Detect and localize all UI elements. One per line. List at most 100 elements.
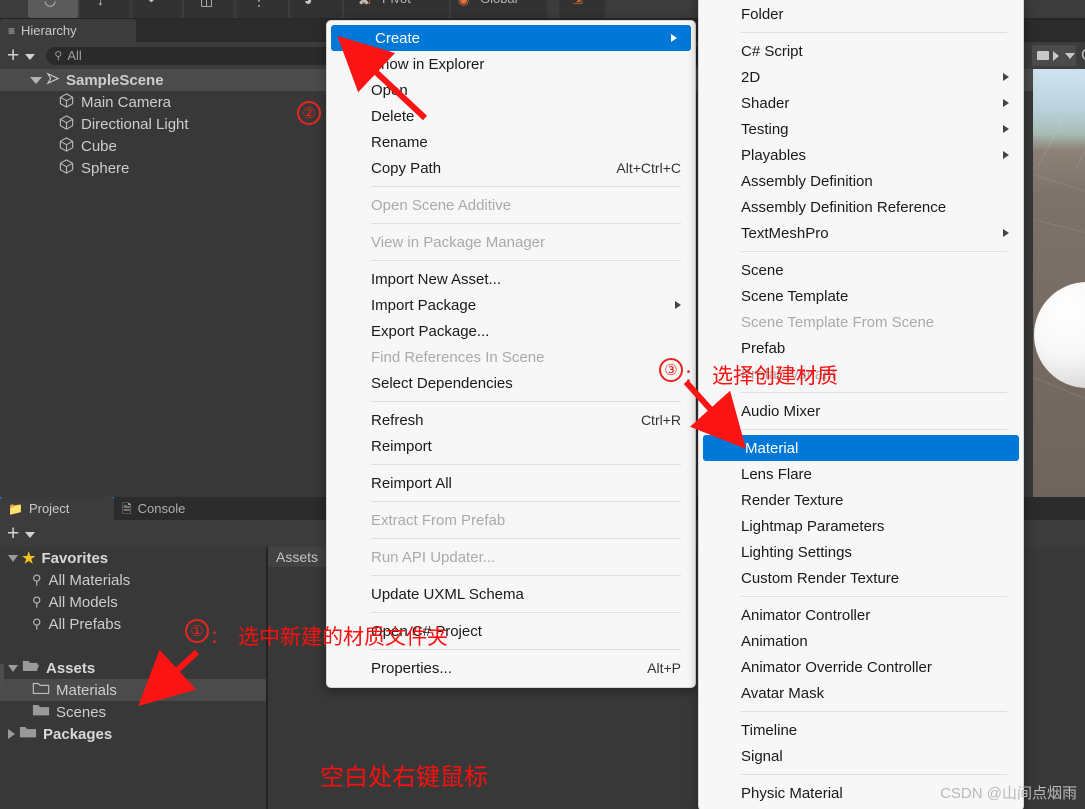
menu-item-label: Audio Mixer (741, 402, 821, 420)
submenu-item-csharp-script[interactable]: C# Script (699, 38, 1023, 64)
hierarchy-row-label: SampleScene (66, 71, 164, 89)
submenu-item-animator-override-controller[interactable]: Animator Override Controller (699, 654, 1023, 680)
project-row-packages[interactable]: Packages (0, 723, 266, 745)
scene-tabbar (1031, 19, 1085, 42)
submenu-item-assembly-definition[interactable]: Assembly Definition (699, 168, 1023, 194)
submenu-item-scene-template[interactable]: Scene Template (699, 283, 1023, 309)
project-add-button[interactable]: + (7, 523, 19, 544)
submenu-item-textmeshpro[interactable]: TextMeshPro (699, 220, 1023, 246)
menu-item-shortcut: Alt+P (647, 660, 681, 676)
submenu-item-animator-controller[interactable]: Animator Controller (699, 602, 1023, 628)
menu-item-open-scene-additive: Open Scene Additive (327, 192, 695, 218)
scrollbar-thumb[interactable] (0, 664, 4, 686)
tab-hierarchy[interactable]: ≡ Hierarchy (0, 19, 136, 42)
asset-context-menu[interactable]: Create Show in Explorer Open Delete Rena… (326, 20, 696, 688)
menu-item-label: Render Texture (741, 491, 844, 509)
menu-item-import-package[interactable]: Import Package (327, 292, 695, 318)
foldout-icon[interactable] (8, 729, 15, 739)
annotation-step3-colon: ： (684, 366, 702, 386)
folder-open-icon (22, 659, 40, 677)
menu-item-refresh[interactable]: Refresh Ctrl+R (327, 407, 695, 433)
create-submenu[interactable]: Folder C# Script 2D Shader Testing Playa… (698, 0, 1024, 809)
menu-item-open[interactable]: Open (327, 77, 695, 103)
foldout-icon[interactable] (30, 76, 42, 84)
project-row-label: Packages (43, 725, 113, 743)
menu-item-delete[interactable]: Delete (327, 103, 695, 129)
hierarchy-add-button[interactable]: + (7, 45, 19, 66)
transform-tool-icon: ◕ (304, 0, 313, 8)
menu-separator (741, 711, 1007, 712)
submenu-item-2d[interactable]: 2D (699, 64, 1023, 90)
hierarchy-row-label: Cube (81, 137, 117, 155)
submenu-item-render-texture[interactable]: Render Texture (699, 487, 1023, 513)
chevron-right-icon (1003, 73, 1009, 81)
menu-separator (371, 612, 681, 613)
menu-item-label: Animation (741, 632, 808, 650)
menu-item-update-uxml-schema[interactable]: Update UXML Schema (327, 581, 695, 607)
submenu-item-avatar-mask[interactable]: Avatar Mask (699, 680, 1023, 706)
project-tree-pane: ★ Favorites ⚲ All Materials ⚲ All Models… (0, 547, 266, 809)
gameobject-icon (58, 136, 75, 157)
rotate-tool-icon: ↶ (148, 0, 160, 8)
chevron-down-icon[interactable] (1065, 52, 1075, 59)
menu-item-properties[interactable]: Properties... Alt+P (327, 655, 695, 681)
submenu-item-animation[interactable]: Animation (699, 628, 1023, 654)
tool-move-button[interactable] (80, 0, 130, 18)
scene-camera-button[interactable] (1032, 45, 1076, 66)
console-icon: 🗎 (122, 501, 132, 516)
menu-item-show-in-explorer[interactable]: Show in Explorer (327, 51, 695, 77)
project-row-all-models[interactable]: ⚲ All Models (0, 591, 266, 613)
submenu-item-lightmap-parameters[interactable]: Lightmap Parameters (699, 513, 1023, 539)
sphere-object[interactable] (1034, 282, 1085, 388)
menu-separator (371, 575, 681, 576)
submenu-item-scene[interactable]: Scene (699, 257, 1023, 283)
menu-item-import-new-asset[interactable]: Import New Asset... (327, 266, 695, 292)
submenu-item-timeline[interactable]: Timeline (699, 717, 1023, 743)
foldout-icon[interactable] (8, 664, 18, 672)
submenu-item-folder[interactable]: Folder (699, 1, 1023, 27)
menu-item-label: Timeline (741, 721, 798, 739)
submenu-item-testing[interactable]: Testing (699, 116, 1023, 142)
menu-item-rename[interactable]: Rename (327, 129, 695, 155)
submenu-item-custom-render-texture[interactable]: Custom Render Texture (699, 565, 1023, 591)
menu-item-create[interactable]: Create (331, 25, 691, 51)
submenu-item-lens-flare[interactable]: Lens Flare (699, 461, 1023, 487)
submenu-item-material[interactable]: Material (703, 435, 1019, 461)
project-row-label: Assets (46, 659, 96, 677)
tool-transform-button[interactable] (290, 0, 342, 18)
submenu-item-prefab[interactable]: Prefab (699, 335, 1023, 361)
project-row-materials[interactable]: Materials (0, 679, 266, 701)
hierarchy-search-value: All (67, 48, 82, 63)
global-icon: ◉ (458, 0, 469, 8)
project-row-label: All Prefabs (48, 615, 122, 633)
project-row-assets[interactable]: Assets (0, 657, 266, 679)
menu-item-label: Playables (741, 146, 807, 164)
project-row-scenes[interactable]: Scenes (0, 701, 266, 723)
menu-item-select-dependencies[interactable]: Select Dependencies (327, 370, 695, 396)
project-row-favorites[interactable]: ★ Favorites (0, 547, 266, 569)
submenu-item-shader[interactable]: Shader (699, 90, 1023, 116)
menu-separator (371, 538, 681, 539)
camera-lens-icon (1053, 50, 1059, 61)
submenu-item-playables[interactable]: Playables (699, 142, 1023, 168)
menu-item-label: Select Dependencies (371, 374, 513, 392)
submenu-item-lighting-settings[interactable]: Lighting Settings (699, 539, 1023, 565)
menu-item-reimport-all[interactable]: Reimport All (327, 470, 695, 496)
menu-item-label: Folder (741, 5, 784, 23)
menu-item-label: Material (745, 439, 799, 457)
breadcrumb[interactable]: Assets (268, 547, 329, 567)
tab-project[interactable]: 📁 Project (0, 497, 114, 520)
submenu-item-audio-mixer[interactable]: Audio Mixer (699, 398, 1023, 424)
menu-item-export-package[interactable]: Export Package... (327, 318, 695, 344)
submenu-item-signal[interactable]: Signal (699, 743, 1023, 769)
foldout-icon[interactable] (8, 554, 18, 562)
scene-viewport[interactable] (1033, 69, 1085, 497)
chevron-down-icon[interactable] (25, 54, 36, 60)
menu-item-copy-path[interactable]: Copy Path Alt+Ctrl+C (327, 155, 695, 181)
tab-console[interactable]: 🗎 Console (114, 497, 234, 520)
search-icon: ⚲ (32, 572, 42, 587)
submenu-item-assembly-definition-reference[interactable]: Assembly Definition Reference (699, 194, 1023, 220)
menu-item-reimport[interactable]: Reimport (327, 433, 695, 459)
project-row-all-materials[interactable]: ⚲ All Materials (0, 569, 266, 591)
chevron-down-icon[interactable] (25, 532, 36, 538)
